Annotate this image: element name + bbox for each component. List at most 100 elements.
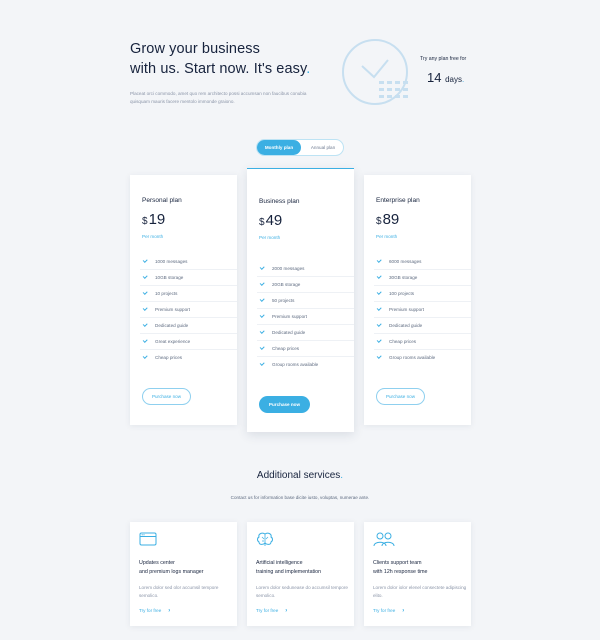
check-icon [259, 344, 265, 350]
chevron-right-icon[interactable]: › [402, 608, 404, 614]
try-for-free-link[interactable]: Try for free › [139, 608, 170, 614]
plan-feature-label: Dedicated guide [272, 330, 306, 335]
plan-name: Business plan [259, 198, 300, 205]
check-icon [376, 305, 382, 311]
plan-feature-label: 30GB storage [389, 275, 418, 280]
trial-label: Try any plan free for [420, 56, 467, 62]
check-icon [142, 257, 148, 263]
plan-feature-label: 20GB storage [272, 282, 301, 287]
plan-name: Enterprise plan [376, 197, 420, 204]
hero-title-dot: . [306, 61, 311, 77]
plan-feature-label: Group rooms available [389, 355, 436, 360]
plan-feature: 50 projects [257, 293, 354, 309]
plan-price: $19 [142, 211, 165, 228]
plan-feature-label: Cheap prices [389, 339, 417, 344]
plan-feature: Dedicated guide [374, 318, 471, 334]
plan-feature-list: 2000 messages 20GB storage 50 projects P… [257, 261, 354, 373]
plan-period: Per month [142, 234, 164, 239]
plan-feature-label: 50 projects [272, 298, 295, 303]
plan-feature: Premium support [374, 302, 471, 318]
try-for-free-link[interactable]: Try for free › [373, 608, 404, 614]
plan-feature: Group rooms available [374, 350, 471, 366]
purchase-now-button[interactable]: Purchase now [376, 388, 425, 405]
trial-days-unit: days [445, 75, 462, 84]
additional-services-subtitle: Contact us for information base dicite i… [230, 495, 370, 500]
plan-currency: $ [142, 216, 148, 227]
check-icon [142, 289, 148, 295]
check-icon [259, 328, 265, 334]
toggle-annual-plan[interactable]: Annual plan [301, 140, 345, 155]
hero-title-line2: with us. Start now. It's easy [130, 61, 307, 77]
plan-feature-label: 100 projects [389, 291, 415, 296]
try-for-free-label[interactable]: Try for free [373, 608, 395, 613]
plan-feature: Group rooms available [257, 357, 354, 373]
check-icon [142, 353, 148, 359]
check-icon [142, 305, 148, 311]
toggle-monthly-plan[interactable]: Monthly plan [257, 140, 301, 155]
trial-days-number: 14 [427, 70, 442, 85]
brain-icon [257, 532, 273, 546]
plan-feature-label: Premium support [389, 307, 424, 312]
plan-feature: 10 projects [140, 286, 237, 302]
purchase-now-button[interactable]: Purchase now [142, 388, 191, 405]
plan-feature: Cheap prices [374, 334, 471, 350]
check-icon [259, 360, 265, 366]
plan-feature-label: Cheap prices [272, 346, 300, 351]
browser-window-icon [139, 532, 157, 546]
purchase-now-button[interactable]: Purchase now [259, 396, 310, 413]
service-card-support: Clients support team with 12h response t… [364, 522, 471, 626]
plan-feature-label: Cheap prices [155, 355, 183, 360]
hero-description: Placeat orci commodo, amet quo rem archi… [130, 91, 307, 104]
plan-feature: 100 projects [374, 286, 471, 302]
plan-price-value: 89 [382, 211, 400, 228]
plan-feature: 10GB storage [140, 270, 237, 286]
service-title: Clients support team with 12h response t… [373, 559, 468, 577]
check-icon [376, 337, 382, 343]
additional-services-title: Additional services. [0, 470, 600, 481]
try-for-free-link[interactable]: Try for free › [256, 608, 287, 614]
check-icon [259, 264, 265, 270]
billing-toggle[interactable]: Monthly plan Annual plan [256, 139, 344, 156]
plan-feature: Dedicated guide [140, 318, 237, 334]
service-title-line1: Updates center [139, 560, 175, 566]
service-card-ai: Artificial intelligence training and imp… [247, 522, 354, 626]
plan-feature-label: Group rooms available [272, 362, 319, 367]
plan-feature: 2000 messages [257, 261, 354, 277]
plan-feature: Cheap prices [257, 341, 354, 357]
calendar-check-icon [342, 39, 408, 105]
plan-feature-label: 10GB storage [155, 275, 184, 280]
plan-feature: 30GB storage [374, 270, 471, 286]
hero-title: Grow your business with us. Start now. I… [130, 39, 310, 79]
service-title-line1: Clients support team [373, 560, 422, 566]
plan-feature-label: 2000 messages [272, 266, 305, 271]
plan-feature-label: Dedicated guide [155, 323, 189, 328]
trial-days: 14 days. [427, 70, 464, 85]
check-icon [376, 289, 382, 295]
service-title: Artificial intelligence training and imp… [256, 559, 351, 577]
service-title-line2: training and implementation [256, 569, 322, 575]
plan-feature: Dedicated guide [257, 325, 354, 341]
plan-period: Per month [259, 235, 281, 240]
plan-feature: Cheap prices [140, 350, 237, 366]
chevron-right-icon[interactable]: › [285, 608, 287, 614]
plan-feature: Premium support [140, 302, 237, 318]
plan-feature-label: Premium support [155, 307, 190, 312]
check-icon [376, 257, 382, 263]
plan-card-business: Business plan $49 Per month 2000 message… [247, 168, 354, 432]
trial-days-dot: . [462, 75, 465, 84]
service-description: Lorem dolor sed olor accumsil tempore se… [139, 585, 219, 598]
plan-feature-list: 6000 messages 30GB storage 100 projects … [374, 254, 471, 366]
plan-price: $89 [376, 211, 399, 228]
check-icon [259, 296, 265, 302]
plan-feature-label: 6000 messages [389, 259, 422, 264]
try-for-free-label[interactable]: Try for free [256, 608, 278, 613]
chevron-right-icon[interactable]: › [168, 608, 170, 614]
plan-card-personal: Personal plan $19 Per month 1000 message… [130, 175, 237, 425]
try-for-free-label[interactable]: Try for free [139, 608, 161, 613]
plan-feature: 20GB storage [257, 277, 354, 293]
additional-services-title-dot: . [340, 470, 344, 481]
users-icon [373, 532, 395, 547]
plan-price-value: 49 [265, 212, 283, 229]
service-title: Updates center and premium logs manager [139, 559, 234, 577]
check-icon [376, 353, 382, 359]
